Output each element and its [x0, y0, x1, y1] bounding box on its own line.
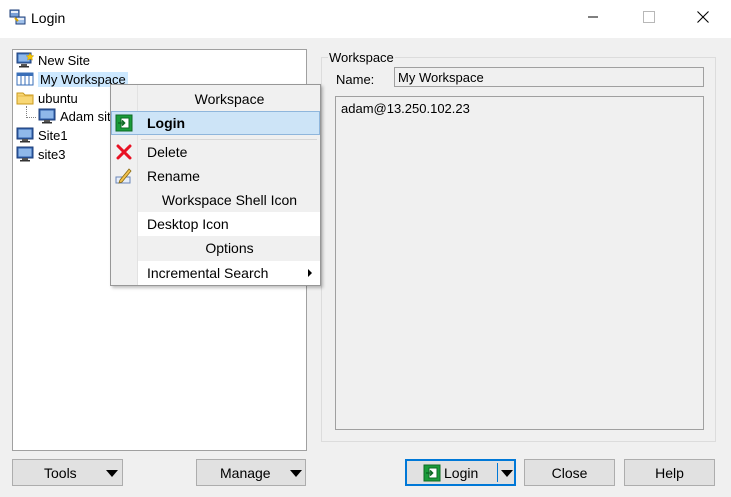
close-button[interactable]: Close	[524, 459, 615, 486]
new-site-icon	[16, 52, 34, 68]
menu-item-workspace-shell-icon[interactable]: Workspace Shell Icon	[111, 188, 320, 212]
menu-item-label: Rename	[147, 168, 200, 184]
close-button-label: Close	[551, 464, 588, 481]
tree-item-ubuntu[interactable]: ubuntu	[16, 89, 78, 107]
menu-item-rename[interactable]: Rename	[111, 164, 320, 188]
login-icon	[115, 114, 133, 132]
manage-button[interactable]: Manage	[196, 459, 306, 486]
tree-item-label: New Site	[38, 52, 91, 68]
maximize-icon	[643, 11, 655, 23]
menu-item-label: Desktop Icon	[147, 216, 229, 232]
menu-item-incremental-search[interactable]: Incremental Search	[138, 261, 320, 285]
folder-icon	[16, 92, 34, 105]
menu-header-workspace: Workspace	[111, 87, 320, 111]
tools-button-label: Tools	[44, 464, 77, 481]
tree-item-adam-site[interactable]: Adam site	[38, 107, 118, 125]
menu-item-label: Login	[147, 115, 186, 131]
menu-item-login[interactable]: Login	[111, 111, 320, 135]
menu-item-label: Workspace Shell Icon	[161, 192, 298, 208]
menu-item-label: Delete	[147, 144, 188, 160]
tree-item-site1[interactable]: Site1	[16, 126, 68, 144]
menu-item-delete[interactable]: Delete	[111, 140, 320, 164]
help-button[interactable]: Help	[624, 459, 715, 486]
computer-icon	[16, 127, 34, 143]
close-window-button[interactable]	[680, 0, 726, 34]
putty-computers-icon	[9, 9, 26, 25]
workspace-group-label: Workspace	[328, 50, 395, 65]
workspace-session-list[interactable]: adam@13.250.102.23	[335, 96, 704, 430]
tree-item-label: Site1	[38, 127, 68, 143]
menu-item-options[interactable]: Options	[111, 236, 320, 260]
workspace-icon	[16, 72, 34, 86]
computer-icon	[16, 146, 34, 162]
tree-item-site3[interactable]: site3	[16, 145, 65, 163]
title-bar: Login	[0, 0, 731, 38]
computer-icon	[38, 108, 56, 124]
maximize-button[interactable]	[626, 0, 672, 34]
close-icon	[697, 11, 709, 23]
context-menu: Workspace Login Delete Rename Workspace …	[110, 84, 321, 286]
tools-button[interactable]: Tools	[12, 459, 123, 486]
dropdown-arrow-icon[interactable]	[501, 470, 513, 477]
menu-item-label: Options	[205, 240, 254, 256]
name-label: Name:	[336, 72, 375, 87]
minimize-icon	[588, 16, 598, 18]
minimize-button[interactable]	[570, 0, 616, 34]
dropdown-arrow-icon	[290, 470, 302, 477]
session-list-item[interactable]: adam@13.250.102.23	[341, 101, 470, 116]
login-button-label: Login	[444, 464, 479, 481]
tree-item-new-site[interactable]: New Site	[16, 51, 90, 69]
split-button-divider	[497, 463, 498, 482]
submenu-arrow-icon	[308, 269, 312, 277]
login-button[interactable]: Login	[405, 459, 516, 486]
login-icon	[423, 464, 441, 482]
tree-item-label: ubuntu	[38, 90, 78, 106]
window-title: Login	[31, 10, 66, 26]
delete-icon	[116, 144, 132, 160]
tree-item-label: site3	[38, 146, 66, 162]
dropdown-arrow-icon	[106, 470, 118, 477]
help-button-label: Help	[655, 464, 684, 481]
workspace-name-field[interactable]: My Workspace	[394, 67, 704, 87]
menu-item-desktop-icon[interactable]: Desktop Icon	[138, 212, 320, 236]
rename-icon	[115, 168, 132, 184]
menu-item-label: Incremental Search	[147, 265, 269, 281]
tree-connector	[26, 117, 36, 118]
menu-header-label: Workspace	[194, 91, 265, 107]
manage-button-label: Manage	[220, 464, 271, 481]
